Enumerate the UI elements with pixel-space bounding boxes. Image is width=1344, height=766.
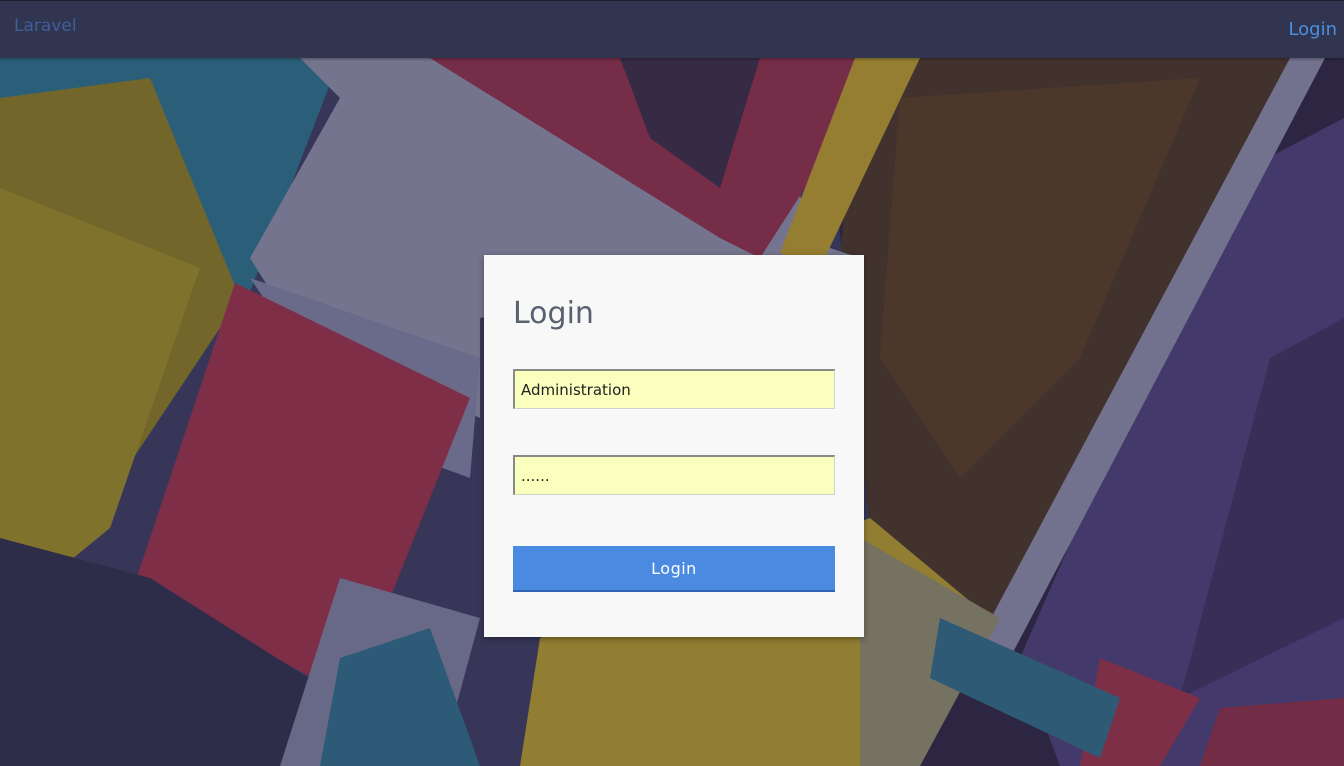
top-navbar: Laravel Login (0, 0, 1344, 58)
login-title: Login (513, 296, 594, 331)
brand-link[interactable]: Laravel (14, 16, 77, 36)
username-input[interactable] (513, 369, 835, 409)
login-card: Login Login (484, 255, 864, 637)
login-button[interactable]: Login (513, 546, 835, 592)
password-input[interactable] (513, 455, 835, 495)
nav-login-link[interactable]: Login (1288, 19, 1337, 40)
